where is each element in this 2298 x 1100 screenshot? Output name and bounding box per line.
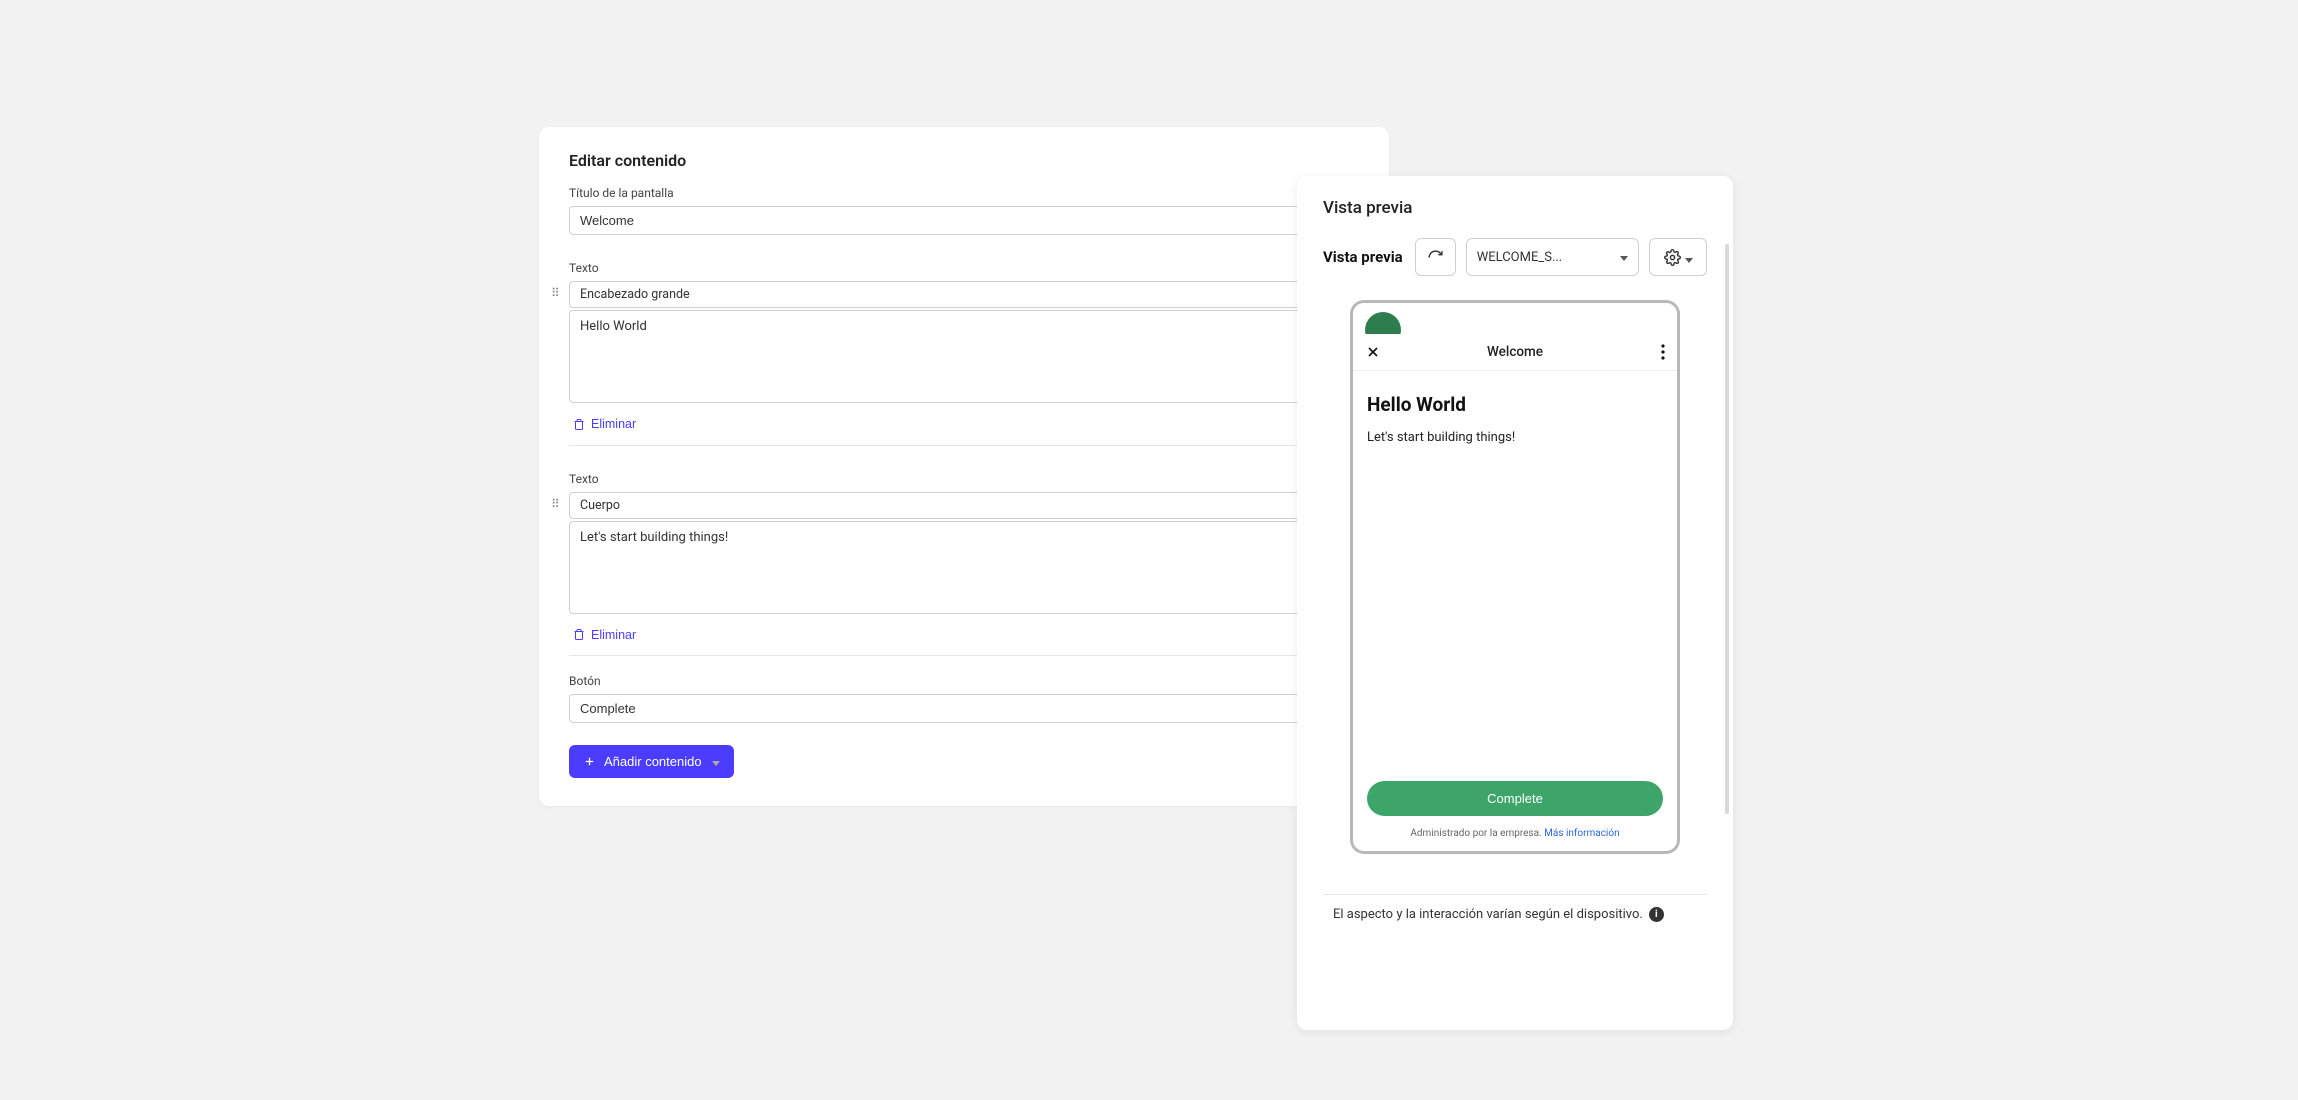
screen-title-label: Título de la pantalla (569, 186, 1359, 200)
chevron-down-icon (1620, 250, 1628, 265)
phone-body-text: Let's start building things! (1367, 430, 1663, 445)
scrollbar[interactable] (1725, 244, 1729, 814)
phone-body: Hello World Let's start building things! (1353, 371, 1677, 781)
block-type-label: Texto (569, 472, 1359, 486)
phone-header: Welcome (1353, 334, 1677, 371)
phone-preview-frame: Welcome Hello World Let's start building… (1350, 300, 1680, 854)
preview-panel-title: Vista previa (1297, 198, 1733, 218)
text-variant-select[interactable]: Encabezado grande (569, 281, 1359, 308)
preview-settings-button[interactable] (1649, 238, 1707, 276)
button-label-input[interactable] (569, 694, 1359, 723)
content-block: ⠿ Texto Cuerpo Eliminar (569, 472, 1359, 657)
block-type-label: Texto (569, 261, 1359, 275)
reload-button[interactable] (1415, 238, 1456, 276)
add-content-button[interactable]: Añadir contenido (569, 745, 734, 778)
plus-icon (583, 755, 596, 768)
delete-block-button[interactable]: Eliminar (569, 407, 640, 431)
text-variant-select[interactable]: Cuerpo (569, 492, 1359, 519)
close-icon[interactable] (1365, 344, 1381, 360)
divider (569, 445, 1359, 446)
drag-handle-icon[interactable]: ⠿ (551, 287, 560, 299)
divider (569, 655, 1359, 656)
chevron-down-icon (1685, 248, 1693, 267)
preview-toolbar-title: Vista previa (1323, 248, 1403, 266)
reload-icon (1427, 249, 1444, 266)
phone-inner: Welcome Hello World Let's start building… (1353, 303, 1677, 851)
more-info-link[interactable]: Más información (1544, 828, 1619, 839)
trash-icon (573, 628, 585, 641)
preview-scroll-area: Vista previa WELCOME_S... Welcom (1297, 238, 1733, 1030)
preview-toolbar: Vista previa WELCOME_S... (1323, 238, 1707, 276)
more-vert-icon[interactable] (1661, 344, 1665, 360)
phone-status-bar (1353, 303, 1677, 334)
preview-panel: Vista previa Vista previa WELCOME_S... (1297, 176, 1733, 1030)
delete-block-button[interactable]: Eliminar (569, 618, 640, 642)
add-content-label: Añadir contenido (604, 754, 702, 769)
content-block: ⠿ Texto Encabezado grande Eliminar (569, 261, 1359, 446)
chevron-down-icon (712, 754, 720, 769)
button-section-label: Botón (569, 674, 1359, 688)
phone-header-title: Welcome (1353, 344, 1677, 360)
screen-select-value: WELCOME_S... (1477, 250, 1563, 265)
drag-handle-icon[interactable]: ⠿ (551, 498, 560, 510)
managed-by-text: Administrado por la empresa. Más informa… (1353, 828, 1677, 851)
preview-footer-note: El aspecto y la interacción varían según… (1323, 894, 1707, 942)
edit-panel-title: Editar contenido (569, 151, 1359, 170)
trash-icon (573, 418, 585, 431)
managed-label: Administrado por la empresa. (1410, 828, 1541, 839)
screen-title-input[interactable] (569, 206, 1359, 235)
gear-icon (1664, 249, 1681, 266)
delete-label: Eliminar (591, 628, 636, 642)
screen-select[interactable]: WELCOME_S... (1466, 238, 1639, 276)
text-content-textarea[interactable] (569, 310, 1359, 403)
info-icon[interactable]: i (1649, 907, 1664, 922)
delete-label: Eliminar (591, 417, 636, 431)
footer-note-text: El aspecto y la interacción varían según… (1333, 907, 1643, 922)
edit-content-panel: Editar contenido Título de la pantalla ⠿… (539, 127, 1389, 806)
button-block: Botón (569, 674, 1359, 723)
phone-heading: Hello World (1367, 393, 1663, 416)
text-content-textarea[interactable] (569, 521, 1359, 614)
phone-complete-button[interactable]: Complete (1367, 781, 1663, 816)
